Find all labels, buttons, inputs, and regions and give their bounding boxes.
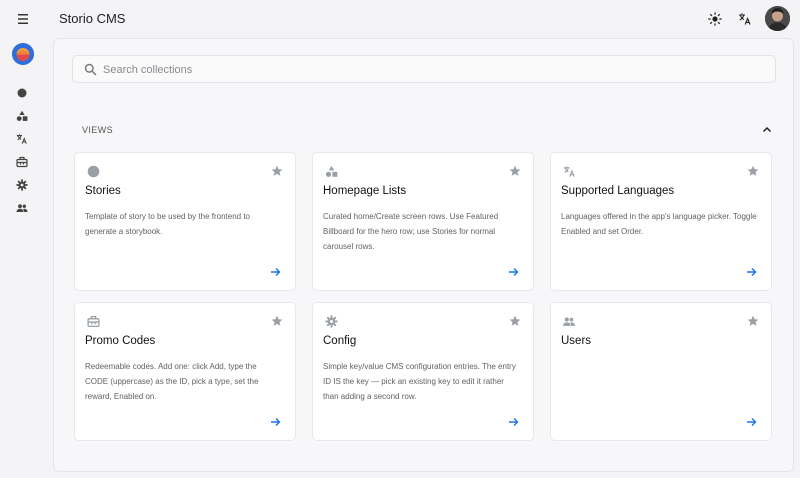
card-title: Config (323, 335, 357, 347)
search-icon (84, 63, 97, 76)
arrow-right-icon[interactable] (506, 415, 520, 429)
search-bar[interactable] (72, 55, 776, 83)
ticket-icon (16, 155, 28, 173)
translate-icon (16, 132, 28, 150)
menu-icon[interactable] (13, 10, 33, 28)
sidebar-item-users[interactable] (14, 202, 30, 218)
search-input[interactable] (103, 60, 763, 80)
main-panel: VIEWS Stories Template of story to be us… (53, 38, 794, 472)
sidebar-item-stories[interactable] (14, 87, 30, 103)
app-title: Storio CMS (59, 11, 126, 26)
arrow-right-icon[interactable] (744, 415, 758, 429)
people-icon (562, 314, 576, 328)
arrow-right-icon[interactable] (744, 265, 758, 279)
sidebar (0, 38, 50, 478)
sidebar-item-promo-codes[interactable] (14, 156, 30, 172)
collection-card-supported-languages[interactable]: Supported Languages Languages offered in… (550, 152, 772, 291)
star-icon[interactable] (746, 314, 760, 328)
card-title: Stories (85, 185, 121, 197)
top-app-bar: Storio CMS (0, 0, 800, 38)
arrow-right-icon[interactable] (268, 415, 282, 429)
star-icon[interactable] (270, 164, 284, 178)
translate-icon[interactable] (735, 9, 755, 29)
chevron-up-icon[interactable] (760, 123, 774, 135)
card-description: Template of story to be used by the fron… (85, 212, 250, 236)
collection-card-users[interactable]: Users (550, 302, 772, 441)
gear-icon (16, 178, 28, 196)
shapes-icon (16, 109, 28, 127)
card-description: Languages offered in the app's language … (561, 212, 757, 236)
card-title: Users (561, 335, 592, 347)
ticket-icon (86, 314, 100, 328)
shapes-icon (324, 164, 338, 178)
star-icon[interactable] (508, 314, 522, 328)
arrow-right-icon[interactable] (268, 265, 282, 279)
card-title: Homepage Lists (323, 185, 407, 197)
section-label: VIEWS (82, 125, 114, 135)
app-logo[interactable] (12, 43, 34, 65)
collection-card-config[interactable]: Config Simple key/value CMS configuratio… (312, 302, 534, 441)
circle-icon (86, 164, 100, 178)
card-title: Supported Languages (561, 185, 675, 197)
sidebar-item-supported-languages[interactable] (14, 133, 30, 149)
card-title: Promo Codes (85, 335, 156, 347)
collection-card-stories[interactable]: Stories Template of story to be used by … (74, 152, 296, 291)
sidebar-item-homepage-lists[interactable] (14, 110, 30, 126)
card-description: Simple key/value CMS configuration entri… (323, 362, 516, 401)
star-icon[interactable] (270, 314, 284, 328)
star-icon[interactable] (746, 164, 760, 178)
gear-icon (324, 314, 338, 328)
arrow-right-icon[interactable] (506, 265, 520, 279)
collection-card-promo-codes[interactable]: Promo Codes Redeemable codes. Add one: c… (74, 302, 296, 441)
people-icon (16, 201, 28, 219)
card-description: Redeemable codes. Add one: click Add, ty… (85, 362, 259, 401)
avatar[interactable] (765, 6, 790, 31)
collection-card-homepage-lists[interactable]: Homepage Lists Curated home/Create scree… (312, 152, 534, 291)
sidebar-item-config[interactable] (14, 179, 30, 195)
card-description: Curated home/Create screen rows. Use Fea… (323, 212, 499, 251)
star-icon[interactable] (508, 164, 522, 178)
circle-icon (16, 86, 28, 104)
theme-light-icon[interactable] (705, 9, 725, 29)
translate-icon (562, 164, 576, 178)
